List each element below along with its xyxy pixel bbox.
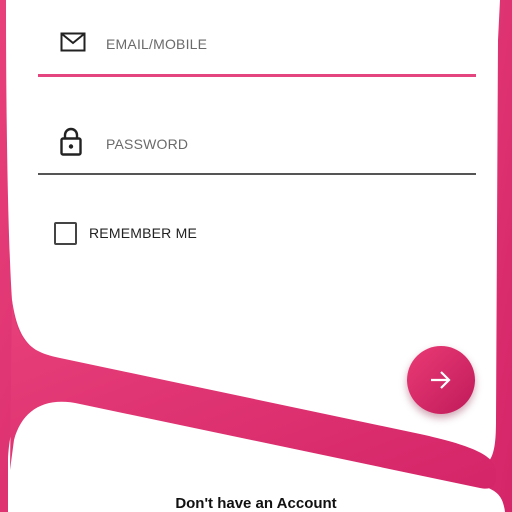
arrow-right-icon xyxy=(431,371,451,389)
signup-prompt[interactable]: Don't have an Account xyxy=(0,495,512,512)
email-placeholder: EMAIL/MOBILE xyxy=(106,36,208,52)
mail-icon xyxy=(60,32,86,52)
email-field[interactable]: EMAIL/MOBILE xyxy=(38,26,476,77)
remember-me-checkbox[interactable] xyxy=(54,222,77,245)
password-placeholder: PASSWORD xyxy=(106,136,189,152)
lock-icon xyxy=(60,127,82,156)
remember-me-label: REMEMBER ME xyxy=(89,225,197,241)
password-field[interactable]: PASSWORD xyxy=(38,124,476,175)
email-underline xyxy=(38,74,476,77)
password-underline xyxy=(38,173,476,175)
submit-button[interactable] xyxy=(407,346,475,414)
